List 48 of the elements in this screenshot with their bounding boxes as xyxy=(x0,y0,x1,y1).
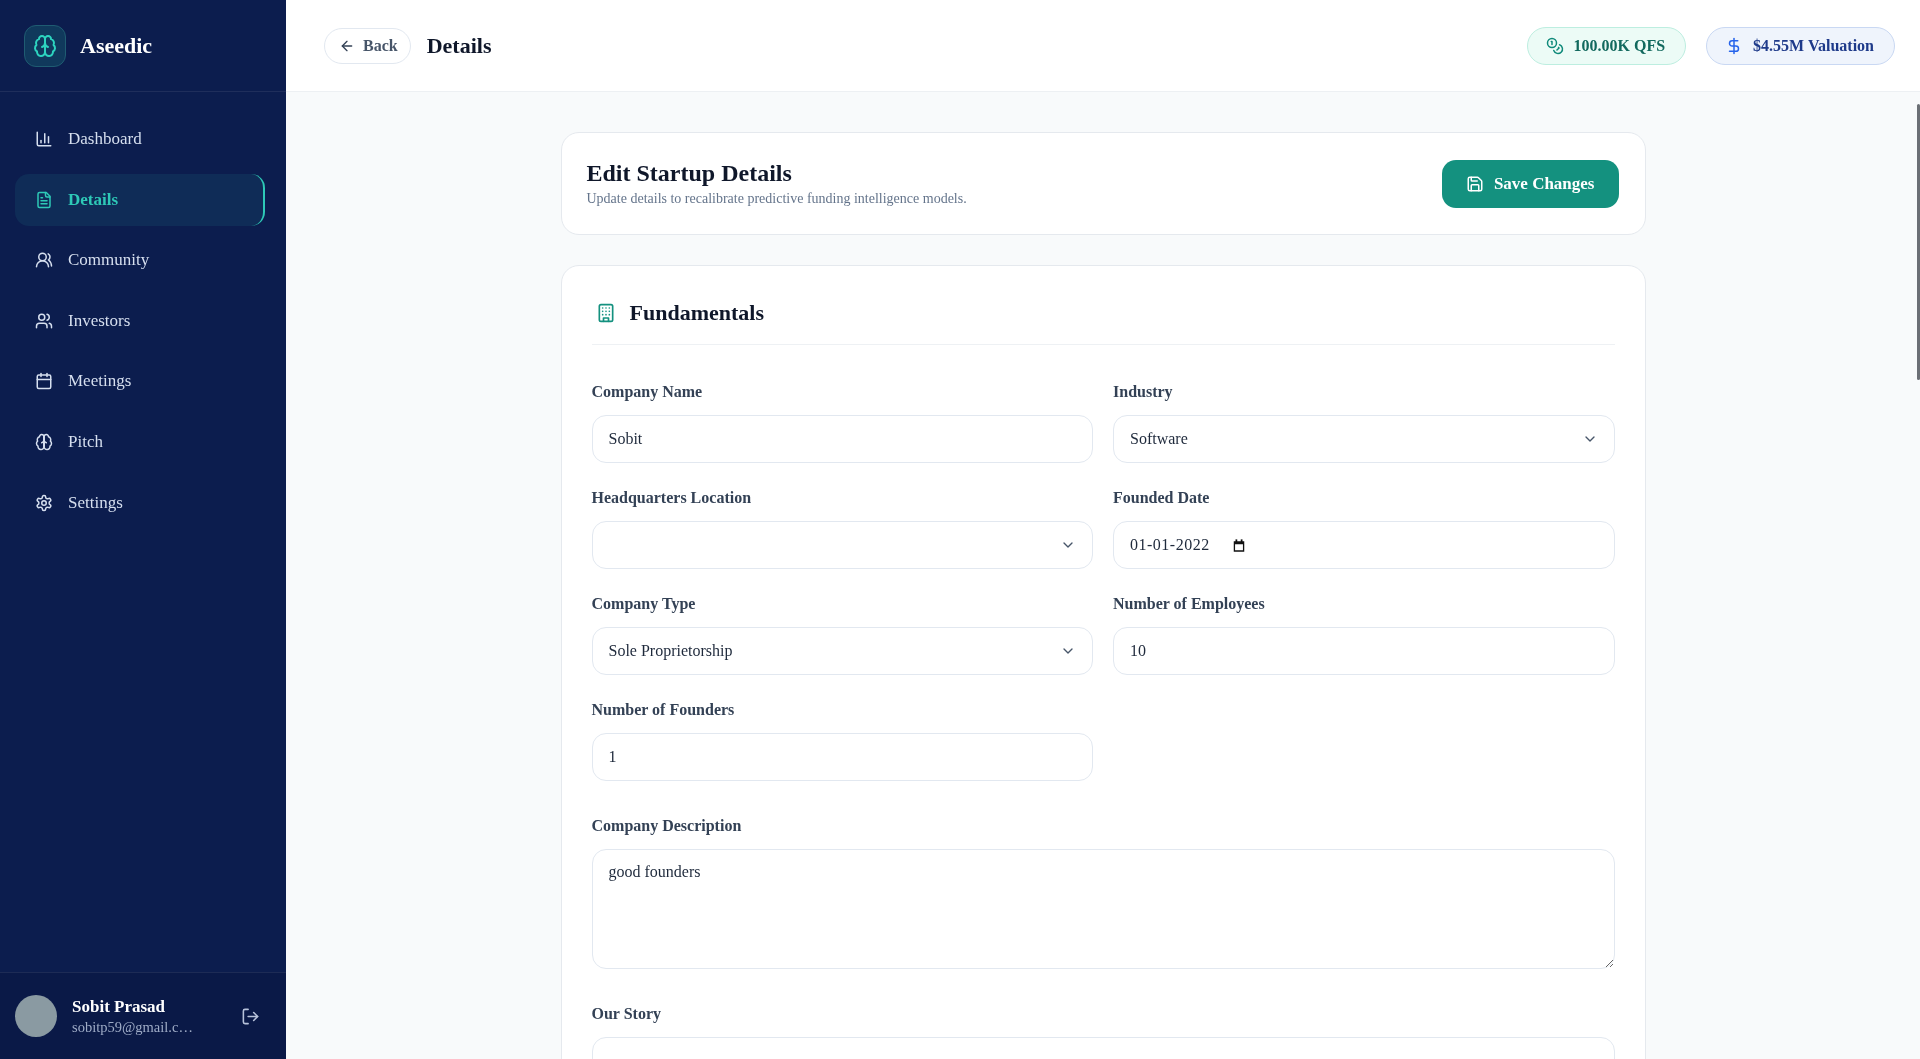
user-group-icon xyxy=(35,251,53,270)
sidebar-item[interactable]: Investors xyxy=(15,294,265,347)
field-label: Our Story xyxy=(591,1004,662,1024)
save-button[interactable]: Save Changes xyxy=(1441,159,1619,208)
card-title: Edit Startup Details xyxy=(586,160,793,187)
dropdown-field[interactable]: Sole Proprietorship xyxy=(591,627,1093,675)
calendar-icon[interactable] xyxy=(1231,537,1246,553)
back-button[interactable]: Back xyxy=(324,27,411,64)
sidebar-item[interactable]: Settings xyxy=(15,476,265,529)
user-name: Sobit Prasad xyxy=(72,996,167,1017)
sidebar-item[interactable]: Dashboard xyxy=(15,113,265,165)
date-field[interactable]: 01-01-2022 xyxy=(1113,521,1615,569)
logout-icon[interactable] xyxy=(241,1006,260,1026)
sidebar-item[interactable]: Meetings xyxy=(15,355,265,408)
stat-badge: 100.00K QFS xyxy=(1526,26,1687,65)
brain-logo-icon xyxy=(24,24,66,67)
input-field[interactable]: Sobit xyxy=(591,415,1093,463)
dropdown-field[interactable]: Software xyxy=(1113,415,1615,463)
settings-icon xyxy=(35,493,53,512)
field-label: Number of Employees xyxy=(1113,594,1266,614)
field-label: Industry xyxy=(1113,382,1174,402)
calendar-icon xyxy=(35,372,53,391)
dropdown-field[interactable] xyxy=(591,521,1093,569)
field-label: Company Type xyxy=(591,594,697,614)
field-label: Company Description xyxy=(591,816,743,836)
section-title: Fundamentals xyxy=(629,300,764,326)
avatar-placeholder xyxy=(15,995,57,1037)
field-label: Founded Date xyxy=(1113,488,1211,508)
coins-icon xyxy=(1545,36,1564,55)
brain-icon xyxy=(35,432,53,451)
users-icon xyxy=(35,311,53,330)
input-field[interactable]: 1 xyxy=(591,733,1093,781)
user-email: sobitp59@gmail.c… xyxy=(72,1018,194,1036)
field-label: Number of Founders xyxy=(591,700,736,720)
field-label: Headquarters Location xyxy=(591,488,753,508)
input-field[interactable]: 10 xyxy=(1113,627,1615,675)
document-icon xyxy=(35,190,53,209)
stat-badge: $4.55M Valuation xyxy=(1706,26,1895,65)
text-area[interactable]: good founders xyxy=(591,849,1615,969)
card-subtitle: Update details to recalibrate predictive funding intelligence models. xyxy=(586,191,967,207)
field-label: Company Name xyxy=(591,382,704,402)
sidebar-item[interactable]: Community xyxy=(15,234,265,287)
sidebar-item[interactable]: Pitch xyxy=(15,415,265,468)
bar-chart-icon xyxy=(35,130,53,148)
brand-name: Aseedic xyxy=(80,32,153,59)
sidebar-item[interactable]: Details xyxy=(15,173,265,226)
scrollbar-thumb[interactable] xyxy=(1917,104,1920,380)
page-title: Details xyxy=(426,32,492,59)
